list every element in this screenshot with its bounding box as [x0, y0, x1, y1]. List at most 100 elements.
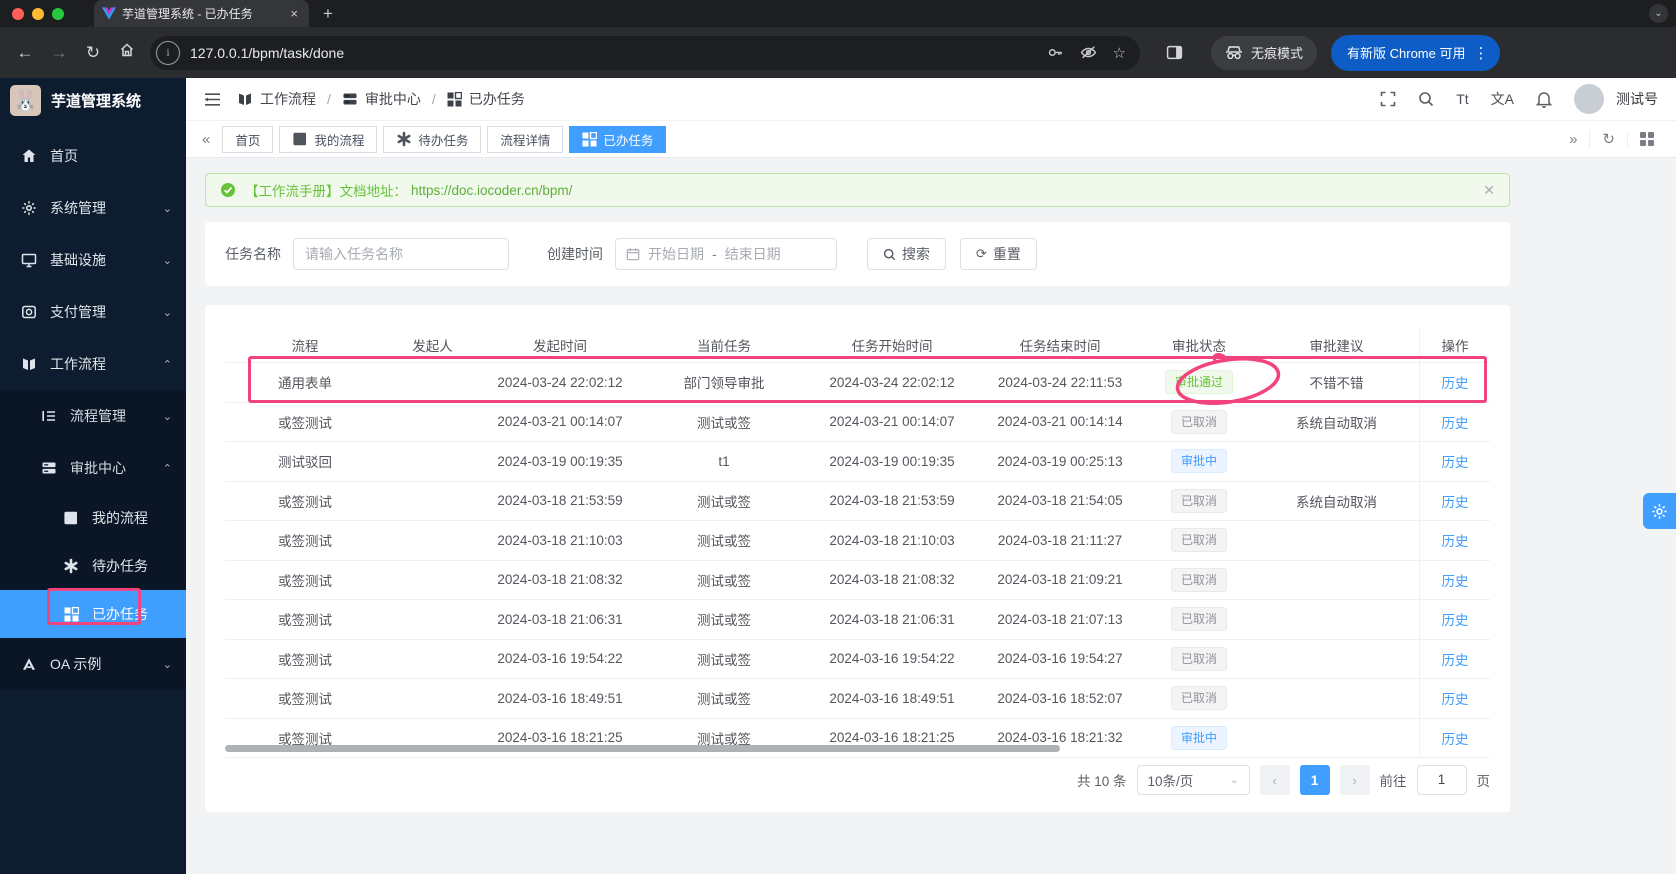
table-row: 或签测试 2024-03-21 00:14:07 测试或签 2024-03-21 00…	[225, 402, 1490, 442]
sidebar-item-label: 基础设施	[50, 252, 106, 268]
address-bar[interactable]: i 127.0.0.1/bpm/task/done ☆	[150, 35, 1140, 70]
minimize-window-button[interactable]	[32, 7, 44, 20]
sidebar-item-my-process[interactable]: 我的流程	[0, 494, 186, 542]
history-link[interactable]: 历史	[1442, 451, 1469, 471]
sidebar-item-done-tasks[interactable]: 已办任务	[0, 590, 186, 638]
column-header-审批建议: 审批建议	[1309, 338, 1364, 354]
sidebar-item-label: OA 示例	[50, 656, 102, 672]
page-size-select[interactable]: 10条/页 ⌄	[1136, 765, 1250, 795]
history-link[interactable]: 历史	[1442, 649, 1469, 669]
app-logo[interactable]: 🐰 芋道管理系统	[0, 78, 186, 122]
status-badge: 已取消	[1170, 686, 1227, 711]
sidebar-item-process-management[interactable]: 流程管理 ⌄	[0, 390, 186, 442]
tags-layout-grid-icon[interactable]	[1627, 132, 1666, 146]
window-controls[interactable]	[12, 7, 82, 20]
theme-settings-button[interactable]	[1643, 493, 1676, 529]
fullscreen-icon[interactable]	[1380, 91, 1396, 107]
chevron-up-icon: ⌃	[162, 462, 172, 475]
collapse-sidebar-icon[interactable]	[204, 92, 221, 107]
breadcrumb-item[interactable]: 已办任务	[469, 89, 525, 109]
goto-page-input[interactable]: 1	[1416, 765, 1467, 795]
column-header-发起时间: 发起时间	[533, 338, 587, 354]
tab-待办任务[interactable]: 待办任务	[383, 125, 482, 153]
eye-off-icon[interactable]	[1080, 44, 1097, 62]
sidebar-item-approval-center[interactable]: 审批中心 ⌃	[0, 442, 186, 494]
zoom-window-button[interactable]	[52, 7, 64, 20]
tab-search-chevron-icon[interactable]: ⌄	[1649, 4, 1668, 23]
breadcrumb-item[interactable]: 审批中心	[365, 89, 421, 109]
chrome-update-button[interactable]: 有新版 Chrome 可用 ⋮	[1331, 34, 1501, 71]
alert-close-icon[interactable]: ✕	[1483, 182, 1495, 199]
tab-label: 首页	[235, 133, 261, 148]
cell-start_time: 2024-03-18 21:06:31	[497, 611, 623, 627]
history-link[interactable]: 历史	[1442, 412, 1469, 432]
tab-已办任务[interactable]: 已办任务	[569, 125, 667, 153]
doc-link[interactable]: https://doc.iocoder.cn/bpm/	[411, 183, 572, 198]
close-window-button[interactable]	[12, 7, 24, 20]
username[interactable]: 测试号	[1616, 89, 1658, 109]
cell-start_time: 2024-03-16 18:49:51	[497, 690, 623, 706]
task-name-input[interactable]: 请输入任务名称	[293, 238, 509, 270]
history-link[interactable]: 历史	[1442, 372, 1469, 392]
sidebar-item-label: 支付管理	[50, 304, 106, 320]
oa-example-icon	[20, 656, 38, 672]
chevron-down-icon: ⌄	[162, 202, 172, 215]
home-icon[interactable]	[110, 42, 144, 63]
forward-icon[interactable]: →	[42, 43, 76, 63]
tab-我的流程[interactable]: 我的流程	[279, 125, 378, 153]
reset-button[interactable]: ⟳ 重置	[960, 238, 1037, 270]
notification-bell-icon[interactable]	[1536, 91, 1552, 108]
prev-page-button[interactable]: ‹	[1259, 765, 1290, 795]
site-info-icon[interactable]: i	[156, 40, 180, 65]
history-link[interactable]: 历史	[1442, 570, 1469, 590]
tags-scroll-left-icon[interactable]: «	[196, 131, 216, 148]
password-key-icon[interactable]	[1047, 44, 1064, 62]
sidebar-item-workflow[interactable]: 工作流程 ⌃	[0, 338, 186, 390]
table-horizontal-scrollbar[interactable]	[225, 745, 1490, 753]
tab-首页[interactable]: 首页	[222, 125, 274, 153]
browser-tab[interactable]: 芋道管理系统 - 已办任务 ×	[94, 0, 309, 27]
sidebar-item-home[interactable]: 首页	[0, 130, 186, 182]
history-link[interactable]: 历史	[1442, 491, 1469, 511]
url-text[interactable]: 127.0.0.1/bpm/task/done	[190, 45, 1047, 61]
cell-current_task: 测试或签	[697, 415, 751, 431]
back-icon[interactable]: ←	[8, 43, 42, 63]
new-tab-button[interactable]: +	[323, 4, 333, 24]
history-link[interactable]: 历史	[1442, 688, 1469, 708]
status-badge: 已取消	[1170, 488, 1227, 513]
cell-current_task: 测试或签	[697, 494, 751, 510]
chevron-up-icon: ⌃	[162, 358, 172, 371]
breadcrumb-separator: /	[327, 91, 331, 107]
cell-start_time: 2024-03-18 21:10:03	[497, 532, 623, 548]
font-size-icon[interactable]: Tt	[1456, 91, 1468, 107]
side-panel-icon[interactable]	[1166, 44, 1183, 61]
language-icon[interactable]: 文A	[1491, 89, 1514, 109]
breadcrumb-item[interactable]: 工作流程	[260, 89, 316, 109]
tags-refresh-icon[interactable]: ↻	[1589, 130, 1627, 148]
history-link[interactable]: 历史	[1442, 530, 1469, 550]
sidebar-item-todo-tasks[interactable]: 待办任务	[0, 542, 186, 590]
tags-scroll-right-icon[interactable]: »	[1557, 131, 1589, 148]
table-row: 测试驳回 2024-03-19 00:19:35 t1 2024-03-19 00:1…	[225, 442, 1490, 482]
sidebar-item-infrastructure[interactable]: 基础设施 ⌄	[0, 234, 186, 286]
browser-toolbar: ← → ↻ i 127.0.0.1/bpm/task/done ☆ 无痕模式 有…	[0, 27, 1676, 78]
search-icon[interactable]	[1418, 91, 1434, 107]
cell-task_start: 2024-03-18 21:10:03	[829, 532, 955, 548]
bookmark-star-icon[interactable]: ☆	[1113, 44, 1126, 62]
current-page-button[interactable]: 1	[1299, 765, 1330, 795]
sidebar-item-payment-management[interactable]: 支付管理 ⌄	[0, 286, 186, 338]
browser-menu-kebab-icon[interactable]: ⋮	[1473, 44, 1488, 62]
close-tab-icon[interactable]: ×	[287, 6, 301, 21]
incognito-label: 无痕模式	[1251, 46, 1304, 61]
sidebar-item-oa-example[interactable]: OA 示例 ⌄	[0, 638, 186, 690]
reload-icon[interactable]: ↻	[76, 43, 110, 63]
search-button[interactable]: 搜索	[867, 238, 946, 270]
user-avatar[interactable]	[1574, 84, 1604, 114]
next-page-button[interactable]: ›	[1339, 765, 1370, 795]
date-range-picker[interactable]: 开始日期 - 结束日期	[615, 238, 837, 270]
history-link[interactable]: 历史	[1442, 609, 1469, 629]
tab-流程详情[interactable]: 流程详情	[487, 125, 564, 153]
cell-task_end: 2024-03-16 18:52:07	[997, 690, 1123, 706]
calendar-icon	[626, 247, 640, 261]
sidebar-item-system-management[interactable]: 系统管理 ⌄	[0, 182, 186, 234]
